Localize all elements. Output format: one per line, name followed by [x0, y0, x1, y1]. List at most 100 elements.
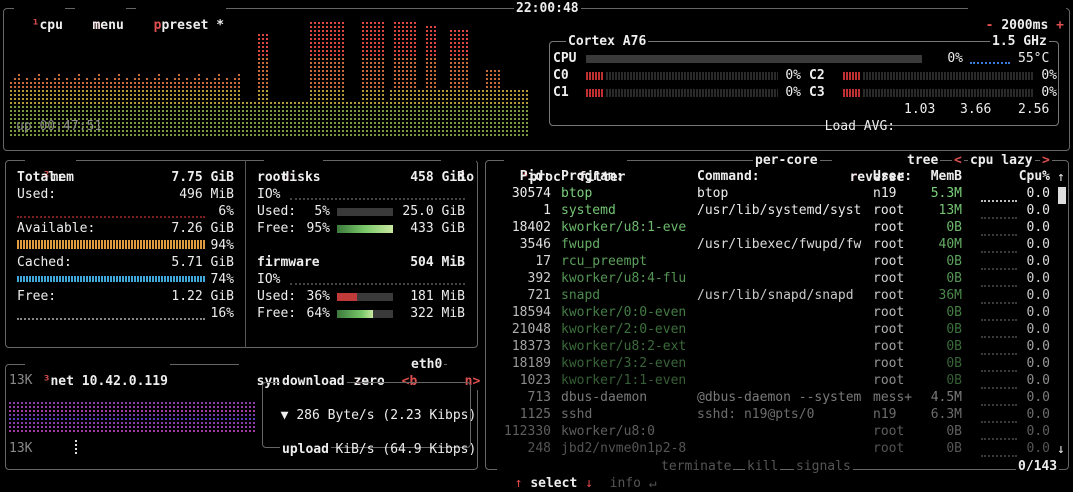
cpu-graph-dot [358, 118, 360, 120]
process-row[interactable]: 18594 kworker/0:0-even root 0B 0.0 [492, 305, 1058, 322]
net-graph-dot [69, 402, 71, 404]
download-arrow-icon: ▼ [280, 408, 289, 423]
proc-per-core-toggle[interactable]: per-core [753, 152, 820, 169]
cpu-graph-dot [490, 134, 492, 136]
update-interval[interactable]: - 2000ms + [968, 0, 1066, 34]
net-graph-dot [245, 430, 247, 432]
net-graph-dot [41, 410, 43, 412]
process-row[interactable]: 1125 sshd sshd: n19@pts/0 n19 6.3M 0.0 [492, 407, 1058, 424]
net-graph-dot [49, 426, 51, 428]
terminate-button[interactable]: terminate [659, 458, 734, 475]
net-graph-dot [205, 410, 207, 412]
process-row[interactable]: 112330 kworker/u8:0 root 0B 0.0 [492, 424, 1058, 441]
scroll-down-icon[interactable]: ↓ [1057, 441, 1065, 458]
cpu-graph-dot [398, 82, 400, 84]
col-command-header[interactable]: Command: [697, 169, 760, 184]
interval-increase-button[interactable]: + [1056, 18, 1064, 33]
cpu-graph-dot [282, 106, 284, 108]
cpu-graph-dot [334, 70, 336, 72]
net-graph-dot [49, 414, 51, 416]
net-graph-dot [109, 402, 111, 404]
cpu-graph-dot [110, 118, 112, 120]
process-row[interactable]: 1023 kworker/1:1-even root 0B 0.0 [492, 373, 1058, 390]
scrollbar-thumb[interactable] [1058, 187, 1066, 204]
cpu-graph-dot [182, 134, 184, 136]
col-mem-header[interactable]: MemB [912, 169, 962, 184]
net-graph-dot [201, 422, 203, 424]
net-graph-dot [45, 414, 47, 416]
process-row[interactable]: 17 rcu_preempt root 0B 0.0 [492, 254, 1058, 271]
col-pid-header[interactable]: Pid: [492, 169, 551, 184]
cpu-graph-dot [258, 78, 260, 80]
cpu-graph-dot [386, 118, 388, 120]
process-row[interactable]: 721 snapd/usr/lib/snapd/snapd root 36M 0.0 [492, 288, 1058, 305]
net-graph-dot [29, 422, 31, 424]
process-row[interactable]: 21048 kworker/2:0-even root 0B 0.0 [492, 322, 1058, 339]
net-graph-dot [125, 430, 127, 432]
cpu-graph-dot [314, 22, 316, 24]
net-graph-dot [193, 422, 195, 424]
cpu-graph-dot [198, 110, 200, 112]
cpu-graph-dot [410, 50, 412, 52]
process-row[interactable]: 18402 kworker/u8:1-eve root 0B 0.0 [492, 220, 1058, 237]
cpu-graph-dot [118, 74, 120, 76]
proc-sort-next-button[interactable]: > [1040, 152, 1052, 169]
signals-button[interactable]: signals [794, 458, 853, 475]
cpu-graph-dot [62, 82, 64, 84]
cpu-graph-dot [506, 94, 508, 96]
proc-tree-toggle[interactable]: tree [905, 152, 941, 169]
col-cpu-header[interactable]: Cpu% [1012, 169, 1050, 184]
col-program-header[interactable]: Program: [561, 169, 624, 184]
net-graph-dot [141, 402, 143, 404]
net-tab[interactable]: net [50, 374, 73, 389]
process-row[interactable]: 18373 kworker/u8:2-ext root 0B 0.0 [492, 339, 1058, 356]
cpu-graph-dot [126, 110, 128, 112]
process-row[interactable]: 1 systemd/usr/lib/systemd/syst root 13M 0.0 [492, 203, 1058, 220]
cpu-graph-dot [162, 94, 164, 96]
cpu-graph-dot [54, 114, 56, 116]
cpu-graph-dot [218, 122, 220, 124]
col-user-header[interactable]: User: [873, 169, 912, 184]
cpu-graph-dot [294, 126, 296, 128]
scroll-up-icon[interactable]: ↑ [1057, 169, 1065, 186]
cpu-graph-dot [370, 78, 372, 80]
cpu-graph-dot [162, 134, 164, 136]
cpu-graph-dot [166, 126, 168, 128]
cpu-graph-dot [518, 134, 520, 136]
cpu-graph-dot [430, 122, 432, 124]
interval-decrease-button[interactable]: - [986, 18, 994, 33]
cpu-graph-dot [150, 114, 152, 116]
process-row[interactable]: 18189 kworker/3:2-even root 0B 0.0 [492, 356, 1058, 373]
cpu-graph-dot [154, 114, 156, 116]
process-row[interactable]: 248 jbd2/nvme0n1p2-8 root 0B 0.0 [492, 441, 1058, 458]
process-row[interactable]: 713 dbus-daemon @dbus-daemon --system mess+… [492, 390, 1058, 407]
cpu-graph-dot [526, 90, 528, 92]
cpu-graph-dot [214, 134, 216, 136]
cpu-graph-dot [454, 66, 456, 68]
cpu-graph-dot [410, 46, 412, 48]
cpu-graph-dot [62, 114, 64, 116]
process-cpu: 0.0 [1026, 254, 1050, 269]
cpu-graph-dot [178, 118, 180, 120]
cpu-graph-dot [150, 90, 152, 92]
cpu-graph-dot [190, 106, 192, 108]
cpu-graph-dot [434, 58, 436, 60]
cpu-graph-dot [342, 122, 344, 124]
cpu-graph-dot [338, 90, 340, 92]
proc-sort-prev-button[interactable]: < [952, 152, 964, 169]
select-up-icon[interactable]: ↑ [515, 476, 523, 491]
process-row[interactable]: 30574 btop btop n19 5.3M 0.0 [492, 186, 1058, 203]
proc-sort-selector[interactable]: cpu lazy [968, 152, 1035, 169]
cpu-graph-dot [370, 30, 372, 32]
process-row[interactable]: 3546 fwupd/usr/libexec/fwupd/fw root 40M 0.0 [492, 237, 1058, 254]
cpu-graph-dot [426, 62, 428, 64]
info-button[interactable]: info ↵ [592, 458, 659, 492]
cpu-graph-dot [326, 26, 328, 28]
net-graph-dot [57, 418, 59, 420]
cpu-graph-dot [486, 74, 488, 76]
net-graph-dot [225, 406, 227, 408]
cpu-graph-dot [414, 66, 416, 68]
cpu-graph-dot [378, 42, 380, 44]
process-row[interactable]: 392 kworker/u8:4-flu root 0B 0.0 [492, 271, 1058, 288]
kill-button[interactable]: kill [745, 458, 781, 475]
